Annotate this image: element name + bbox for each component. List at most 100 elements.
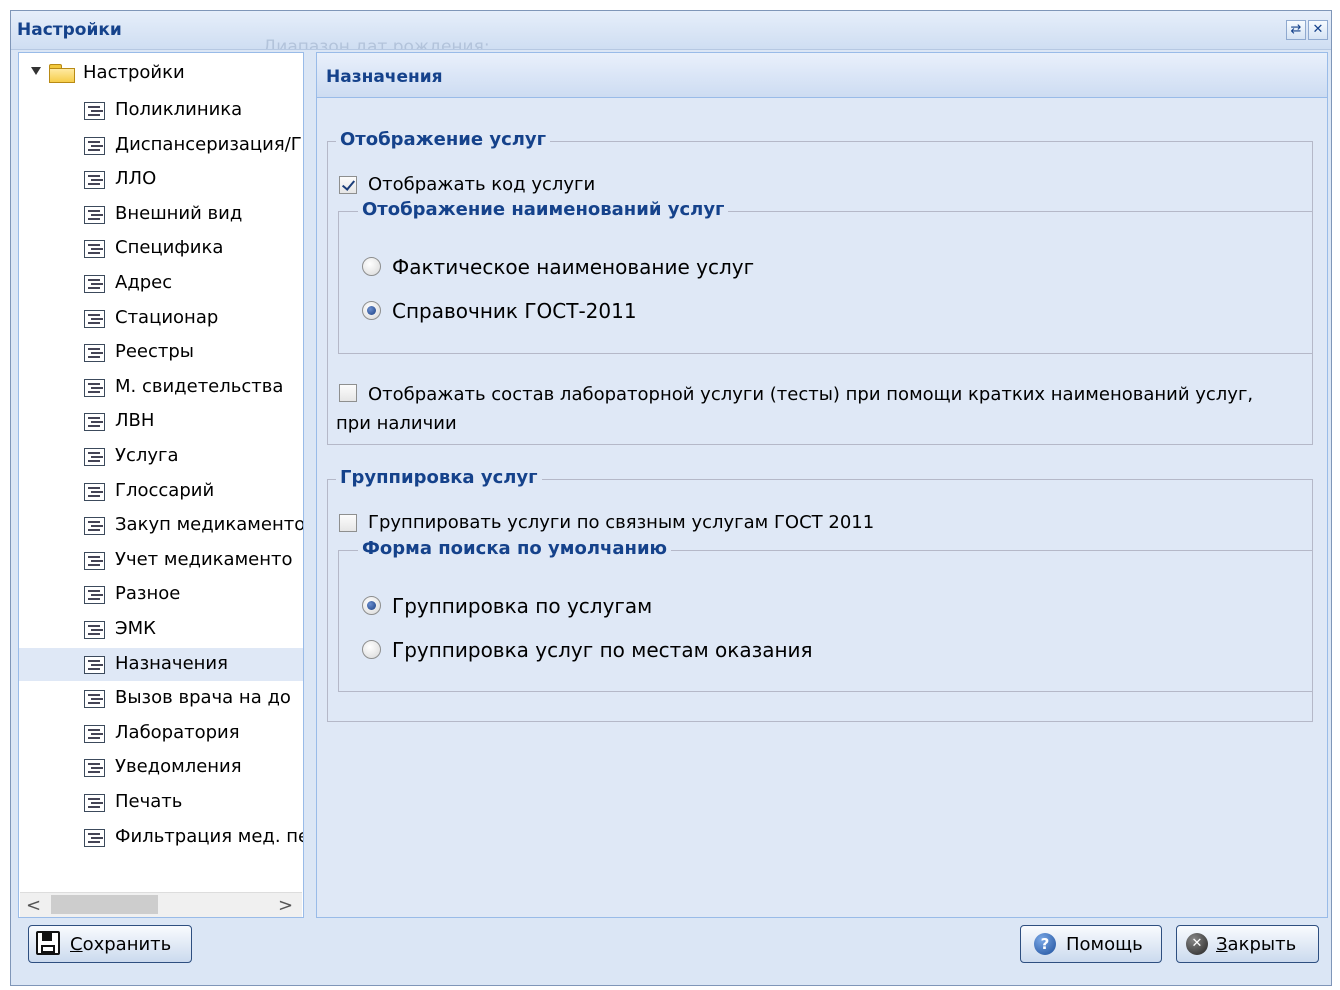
tree-item-label: Разное <box>115 583 181 605</box>
tree-item[interactable]: Стационар <box>19 302 303 335</box>
collapse-triangle-icon[interactable] <box>31 67 41 75</box>
settings-page-icon <box>84 205 105 224</box>
tree-item-label: М. свидетельства <box>115 375 284 397</box>
group-gost-label: Группировать услуги по связным услугам Г… <box>368 512 875 533</box>
tree-item[interactable]: Внешний вид <box>19 198 303 231</box>
tree-item[interactable]: ЛВН <box>19 405 303 438</box>
tree-item[interactable]: Поликлиника <box>19 94 303 127</box>
group-gost-checkbox[interactable] <box>339 514 357 532</box>
tree-item-label: ЛВН <box>115 410 155 432</box>
tree-item-label: ЭМК <box>115 618 156 639</box>
tree-item-label: Поликлиника <box>115 99 243 120</box>
panel-title: Назначения <box>326 67 443 87</box>
help-button[interactable]: ? Помощь <box>1020 925 1162 963</box>
tree-item[interactable]: Разное <box>19 578 303 611</box>
group-by-services-label: Группировка по услугам <box>392 594 653 618</box>
tree-item-label: Услуга <box>115 445 179 466</box>
tree-item-label: Диспансеризация/Г <box>115 133 302 155</box>
tree-horizontal-scrollbar[interactable]: < > <box>20 892 302 917</box>
tree-item-label: Реестры <box>115 341 195 363</box>
show-code-checkbox[interactable] <box>339 176 357 194</box>
tree-item[interactable]: Лаборатория <box>19 717 303 750</box>
tree-item-label: Специфика <box>115 237 224 259</box>
settings-window: Настройки Диапазон дат рождения: ⇄ ✕ Нас… <box>10 10 1332 986</box>
save-button[interactable]: Сохранить <box>28 925 192 963</box>
lab-short-names-label-cont: при наличии <box>336 413 457 434</box>
lab-short-names-label: Отображать состав лабораторной услуги (т… <box>368 384 1254 405</box>
search-form-fieldset: Форма поиска по умолчанию Группировка по… <box>338 537 1313 692</box>
gost-directory-label: Справочник ГОСТ-2011 <box>392 299 637 323</box>
service-names-fieldset: Отображение наименований услуг Фактическ… <box>338 198 1313 354</box>
scroll-right-icon[interactable]: > <box>278 895 293 916</box>
tree-item[interactable]: Назначения <box>19 647 303 681</box>
tree-item[interactable]: ЛЛО <box>19 163 303 196</box>
title-bar[interactable]: Настройки Диапазон дат рождения: ⇄ ✕ <box>11 11 1331 50</box>
close-circle-icon: ✕ <box>1186 933 1208 955</box>
tree-item-label: Стационар <box>115 306 219 328</box>
settings-page-icon <box>84 482 105 501</box>
settings-panel: Назначения Отображение услуг Отображать … <box>316 52 1328 918</box>
settings-page-icon <box>84 759 105 778</box>
settings-page-icon <box>84 448 105 466</box>
tree-item-label: Вызов врача на до <box>115 687 291 709</box>
service-names-legend: Отображение наименований услуг <box>358 198 729 222</box>
settings-tree: Настройки Поликлиника Диспансеризация/Г ЛЛ… <box>18 52 304 918</box>
tree-item-label: Фильтрация мед. пе <box>115 825 304 847</box>
actual-name-radio[interactable] <box>362 257 381 276</box>
actual-name-label: Фактическое наименование услуг <box>392 255 755 279</box>
tree-item[interactable]: Печать <box>19 786 303 819</box>
settings-page-icon <box>84 240 105 259</box>
group-by-services-radio[interactable] <box>362 596 381 615</box>
settings-page-icon <box>84 551 105 570</box>
panel-header: Назначения <box>317 53 1327 98</box>
tree-item[interactable]: Вызов врача на до <box>19 682 303 715</box>
tree-item-label: Уведомления <box>115 756 242 778</box>
gost-directory-radio[interactable] <box>362 301 381 320</box>
tree-item-label: Внешний вид <box>115 202 243 224</box>
tree-item-label: Адрес <box>115 272 173 293</box>
tree-item[interactable]: Учет медикаменто <box>19 544 303 577</box>
settings-page-icon <box>84 309 105 328</box>
tree-item[interactable]: М. свидетельства <box>19 371 303 404</box>
tree-item[interactable]: Фильтрация мед. пе <box>19 821 303 854</box>
tree-item-label: Учет медикаменто <box>115 548 293 570</box>
refresh-icon[interactable]: ⇄ <box>1286 20 1306 40</box>
settings-page-icon <box>84 102 105 120</box>
settings-page-icon <box>84 690 105 709</box>
tree-item-label: ЛЛО <box>115 168 157 190</box>
display-services-fieldset: Отображение услуг Отображать код услуги … <box>327 128 1313 445</box>
settings-page-icon <box>84 171 105 190</box>
settings-page-icon <box>84 655 105 674</box>
tree-item[interactable]: Диспансеризация/Г <box>19 129 303 162</box>
settings-page-icon <box>84 275 105 293</box>
tree-item-label: Назначения <box>115 652 228 674</box>
lab-short-names-checkbox[interactable] <box>339 384 357 402</box>
tree-root-settings[interactable]: Настройки <box>19 61 303 87</box>
settings-page-icon <box>84 794 105 812</box>
window-title: Настройки <box>17 20 122 40</box>
tree-item[interactable]: Услуга <box>19 440 303 473</box>
close-icon[interactable]: ✕ <box>1308 20 1328 40</box>
help-icon: ? <box>1034 933 1056 955</box>
tree-item[interactable]: ЭМК <box>19 613 303 646</box>
tree-root-label: Настройки <box>83 62 185 83</box>
display-services-legend: Отображение услуг <box>336 128 551 152</box>
show-code-label: Отображать код услуги <box>368 174 596 195</box>
tree-item[interactable]: Глоссарий <box>19 475 303 508</box>
tree-item[interactable]: Специфика <box>19 232 303 265</box>
scroll-thumb[interactable] <box>51 895 158 914</box>
group-by-places-radio[interactable] <box>362 640 381 659</box>
background-ghost-text: Диапазон дат рождения: <box>263 37 490 49</box>
settings-page-icon <box>84 517 105 536</box>
folder-open-icon <box>49 64 75 83</box>
settings-page-icon <box>84 586 105 605</box>
settings-page-icon <box>84 828 105 847</box>
settings-page-icon <box>84 344 105 363</box>
tree-item[interactable]: Закуп медикаменто <box>19 509 303 542</box>
close-button[interactable]: ✕ Закрыть <box>1176 925 1319 963</box>
tree-item[interactable]: Реестры <box>19 336 303 369</box>
tree-item[interactable]: Адрес <box>19 267 303 300</box>
tree-item[interactable]: Уведомления <box>19 751 303 784</box>
tree-item-label: Закуп медикаменто <box>115 514 304 536</box>
scroll-left-icon[interactable]: < <box>26 895 41 916</box>
